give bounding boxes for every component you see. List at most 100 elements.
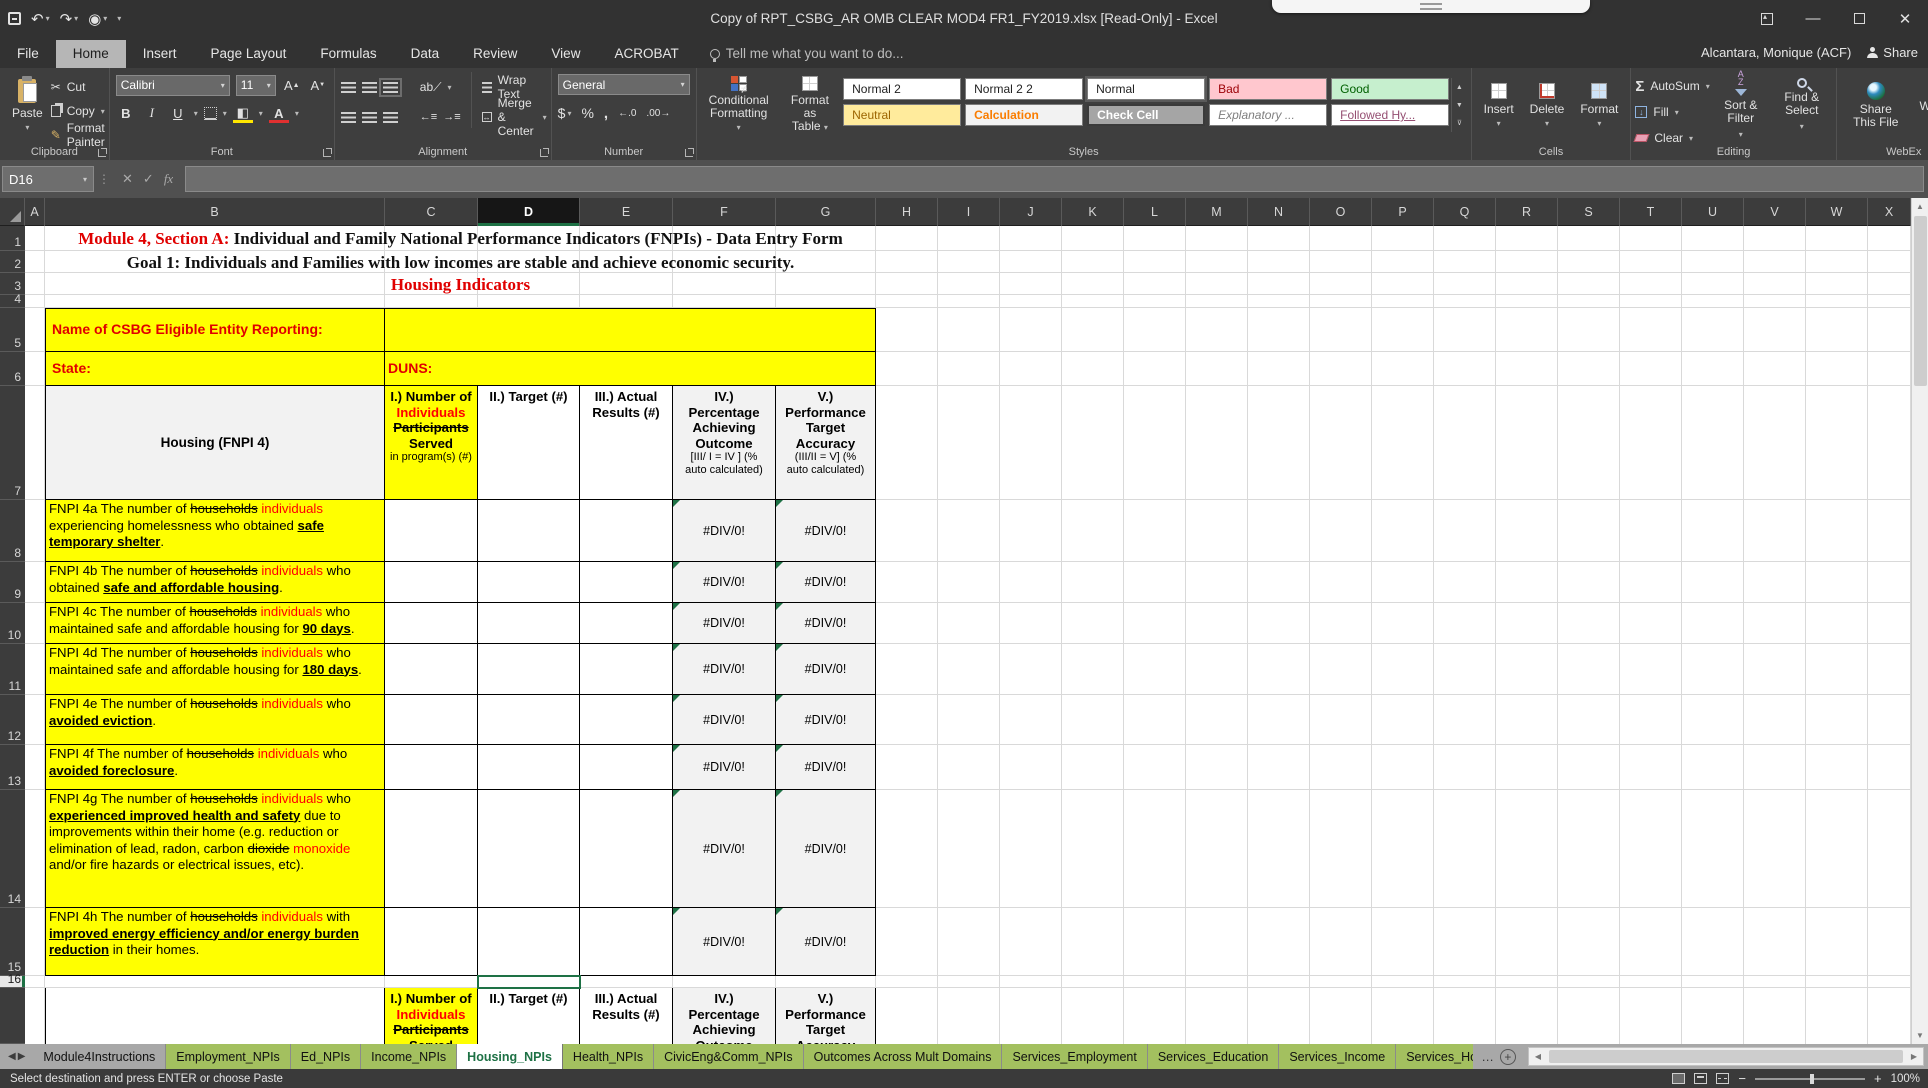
align-right-icon[interactable] xyxy=(383,112,398,123)
sheet-tab-civiceng-comm-npis[interactable]: CivicEng&Comm_NPIs xyxy=(654,1044,804,1069)
data-cell-number-served[interactable] xyxy=(385,745,478,790)
sheet-tab-outcomes-across-mult-domains[interactable]: Outcomes Across Mult Domains xyxy=(804,1044,1003,1069)
data-cell-number-served[interactable] xyxy=(385,500,478,562)
data-cell-actual[interactable] xyxy=(580,562,673,603)
number-dialog-launcher[interactable] xyxy=(685,149,693,157)
select-all-corner[interactable] xyxy=(0,198,25,226)
zoom-slider-thumb[interactable] xyxy=(1810,1074,1814,1084)
font-family-select[interactable]: Calibri▾ xyxy=(116,75,230,96)
align-bottom-icon[interactable] xyxy=(383,82,398,93)
cut-button[interactable]: ✂Cut xyxy=(51,76,105,98)
column-header-K[interactable]: K xyxy=(1062,198,1124,226)
tab-file[interactable]: File xyxy=(0,40,56,68)
row-header-partial[interactable] xyxy=(0,988,25,1044)
style-calculation[interactable]: Calculation xyxy=(965,104,1083,126)
style-neutral[interactable]: Neutral xyxy=(843,104,961,126)
column-header-O[interactable]: O xyxy=(1310,198,1372,226)
page-layout-view-icon[interactable] xyxy=(1694,1073,1707,1084)
formula-bar-splitter[interactable]: ⋮ xyxy=(98,172,110,186)
column-header-U[interactable]: U xyxy=(1682,198,1744,226)
tab-view[interactable]: View xyxy=(534,40,597,68)
confirm-entry-icon[interactable]: ✓ xyxy=(143,171,154,187)
column-header-A[interactable]: A xyxy=(25,198,45,226)
vertical-scrollbar[interactable]: ▲ ▼ xyxy=(1911,198,1928,1044)
copy-button[interactable]: Copy▾ xyxy=(51,100,105,122)
decrease-font-button[interactable]: A▼ xyxy=(308,75,328,95)
format-as-table-button[interactable]: Format asTable ▾ xyxy=(777,72,843,138)
sheet-tab-income-npis[interactable]: Income_NPIs xyxy=(361,1044,457,1069)
column-header-M[interactable]: M xyxy=(1186,198,1248,226)
vertical-scroll-thumb[interactable] xyxy=(1914,216,1927,386)
close-button[interactable]: ✕ xyxy=(1882,0,1928,37)
row-header-7[interactable]: 7 xyxy=(0,386,25,500)
bold-button[interactable]: B xyxy=(116,103,136,123)
font-size-select[interactable]: 11▾ xyxy=(236,75,276,96)
column-header-C[interactable]: C xyxy=(385,198,478,226)
data-cell-performance[interactable]: #DIV/0! xyxy=(776,603,876,644)
column-header-D[interactable]: D xyxy=(478,198,580,226)
style-normal-2-2[interactable]: Normal 2 2 xyxy=(965,78,1083,100)
column-header-S[interactable]: S xyxy=(1558,198,1620,226)
row-header-14[interactable]: 14 xyxy=(0,790,25,908)
share-button[interactable]: Share xyxy=(1867,45,1918,60)
data-cell-number-served[interactable] xyxy=(385,908,478,976)
data-cell-actual[interactable] xyxy=(580,500,673,562)
align-middle-icon[interactable] xyxy=(362,82,377,93)
underline-button[interactable]: U xyxy=(168,103,188,123)
webex-button[interactable]: WebEx▾ xyxy=(1911,72,1928,138)
data-cell-percentage[interactable]: #DIV/0! xyxy=(673,500,776,562)
row-header-5[interactable]: 5 xyxy=(0,308,25,352)
style-gallery-scroll[interactable]: ▲▼⊽ xyxy=(1451,78,1467,132)
increase-indent-icon[interactable]: →≡ xyxy=(443,111,460,123)
restore-button[interactable] xyxy=(1836,0,1882,37)
data-cell-performance[interactable]: #DIV/0! xyxy=(776,790,876,908)
zoom-out-icon[interactable]: − xyxy=(1738,1071,1746,1086)
data-cell-actual[interactable] xyxy=(580,790,673,908)
increase-font-button[interactable]: A▲ xyxy=(282,75,302,95)
column-header-Q[interactable]: Q xyxy=(1434,198,1496,226)
data-cell-performance[interactable]: #DIV/0! xyxy=(776,908,876,976)
row-header-13[interactable]: 13 xyxy=(0,745,25,790)
sheet-tab-services-housing[interactable]: Services_Housing xyxy=(1396,1044,1473,1069)
merge-center-button[interactable]: ↔Merge & Center▾ xyxy=(482,106,547,128)
screen-share-bar[interactable] xyxy=(1272,0,1590,13)
format-painter-button[interactable]: ✎Format Painter xyxy=(51,124,105,146)
scroll-right-icon[interactable]: ▶ xyxy=(1905,1052,1923,1061)
data-cell-actual[interactable] xyxy=(580,603,673,644)
data-cell-percentage[interactable]: #DIV/0! xyxy=(673,603,776,644)
alignment-dialog-launcher[interactable] xyxy=(540,149,548,157)
row-header-10[interactable]: 10 xyxy=(0,603,25,644)
orientation-button[interactable]: ab⟋ xyxy=(420,80,442,95)
comma-button[interactable]: , xyxy=(604,105,608,122)
find-select-button[interactable]: Find & Select▾ xyxy=(1772,72,1832,138)
row-header-6[interactable]: 6 xyxy=(0,352,25,386)
align-top-icon[interactable] xyxy=(341,82,356,93)
style-normal-2[interactable]: Normal 2 xyxy=(843,78,961,100)
sheet-tab-ed-npis[interactable]: Ed_NPIs xyxy=(291,1044,361,1069)
paste-button[interactable]: Paste▾ xyxy=(4,72,51,138)
horizontal-scrollbar[interactable]: ◀ ▶ xyxy=(1528,1047,1924,1066)
data-cell-number-served[interactable] xyxy=(385,603,478,644)
ribbon-display-options-button[interactable] xyxy=(1744,0,1790,37)
align-left-icon[interactable] xyxy=(341,112,356,123)
data-cell-actual[interactable] xyxy=(580,745,673,790)
currency-button[interactable]: $ xyxy=(558,105,566,121)
style-bad[interactable]: Bad xyxy=(1209,78,1327,100)
data-cell-performance[interactable]: #DIV/0! xyxy=(776,562,876,603)
column-header-E[interactable]: E xyxy=(580,198,673,226)
data-cell-number-served[interactable] xyxy=(385,562,478,603)
tab-data[interactable]: Data xyxy=(394,40,457,68)
data-cell-target[interactable] xyxy=(478,500,580,562)
scroll-left-icon[interactable]: ◀ xyxy=(1529,1052,1547,1061)
row-header-11[interactable]: 11 xyxy=(0,644,25,695)
style-check-cell[interactable]: Check Cell xyxy=(1087,104,1205,126)
duns-cell[interactable]: DUNS: xyxy=(385,352,876,386)
borders-icon[interactable] xyxy=(204,107,217,120)
cancel-entry-icon[interactable]: ✕ xyxy=(122,171,133,187)
column-header-H[interactable]: H xyxy=(876,198,938,226)
row-header-4[interactable]: 4 xyxy=(0,295,25,308)
data-cell-actual[interactable] xyxy=(580,644,673,695)
sheet-tab-health-npis[interactable]: Health_NPIs xyxy=(563,1044,654,1069)
scroll-down-icon[interactable]: ▼ xyxy=(1912,1027,1928,1044)
data-cell-percentage[interactable]: #DIV/0! xyxy=(673,695,776,745)
